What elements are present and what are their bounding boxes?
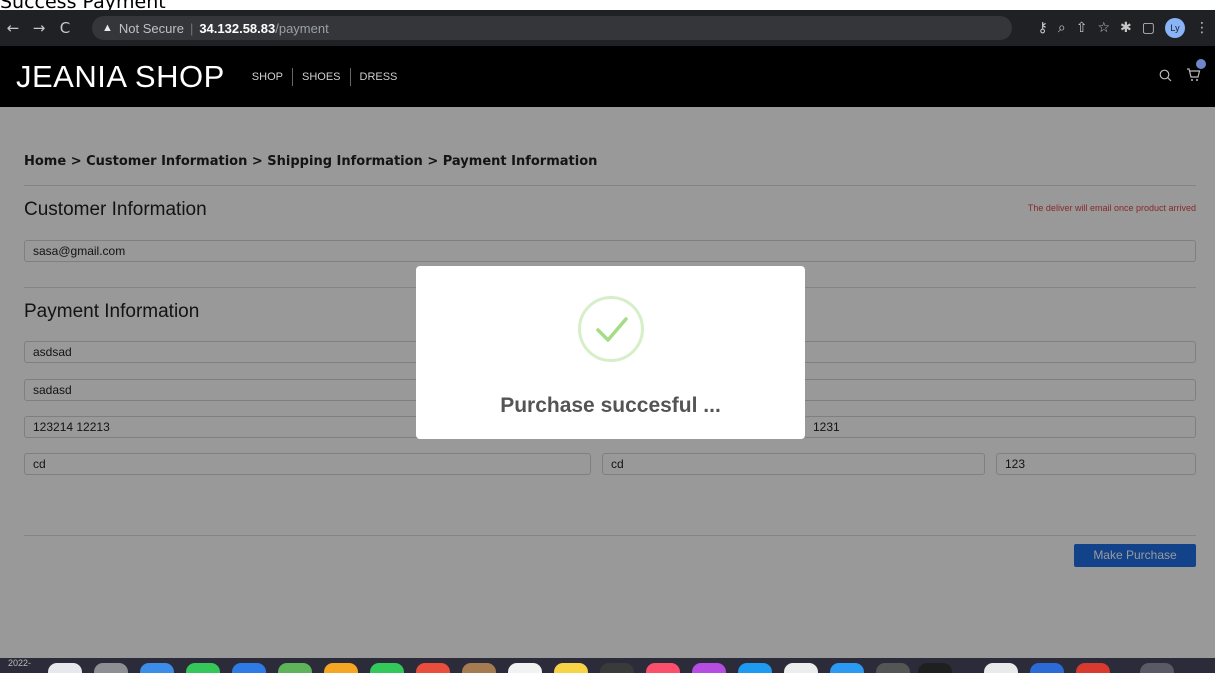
maps-icon[interactable] [278, 663, 312, 673]
nav-shoes[interactable]: SHOES [293, 67, 351, 86]
profile-avatar[interactable]: Ly [1165, 18, 1185, 38]
calendar-icon[interactable] [416, 663, 450, 673]
reload-icon[interactable]: C [56, 19, 74, 37]
terminal-icon[interactable] [918, 663, 952, 673]
sidepanel-icon[interactable]: ▢ [1142, 20, 1155, 36]
photos-icon[interactable] [324, 663, 358, 673]
chrome-icon[interactable] [876, 663, 910, 673]
key-icon[interactable]: ⚷ [1038, 20, 1048, 36]
main-nav: SHOP SHOES DRESS [243, 67, 407, 86]
reminders-icon[interactable] [508, 663, 542, 673]
finder-icon[interactable] [48, 663, 82, 673]
app-icon[interactable] [984, 663, 1018, 673]
contacts-icon[interactable] [462, 663, 496, 673]
zoom-icon[interactable]: ⌕ [1058, 20, 1066, 36]
podcasts-icon[interactable] [692, 663, 726, 673]
menu-icon[interactable]: ⋮ [1195, 20, 1209, 36]
appstore-icon[interactable] [738, 663, 772, 673]
mail-icon[interactable] [232, 663, 266, 673]
facetime-icon[interactable] [370, 663, 404, 673]
modal-title: Purchase succesful ... [500, 394, 721, 417]
notes-icon[interactable] [554, 663, 588, 673]
browser-actions: ⚷ ⌕ ⇧ ☆ ✱ ▢ Ly ⋮ [1038, 10, 1209, 46]
url-host: 34.132.58.83 [199, 20, 276, 36]
url-path: /payment [275, 20, 329, 36]
extensions-icon[interactable]: ✱ [1120, 20, 1132, 36]
appletv-icon[interactable] [600, 663, 634, 673]
separator: | [189, 20, 194, 36]
browser-toolbar: ← → C ▲ Not Secure | 34.132.58.83 /payme… [0, 10, 1215, 46]
cart-badge [1196, 59, 1206, 69]
settings-icon[interactable] [784, 663, 818, 673]
nav-shop[interactable]: SHOP [243, 67, 293, 86]
macos-dock: 2022- [0, 658, 1215, 673]
success-modal: Purchase succesful ... [416, 266, 805, 439]
header-icons [1159, 46, 1206, 107]
site-header: JEANIA SHOP SHOP SHOES DRESS [0, 46, 1215, 107]
vscode-icon[interactable] [830, 663, 864, 673]
address-bar[interactable]: ▲ Not Secure | 34.132.58.83 /payment [92, 16, 1012, 40]
search-icon[interactable] [1159, 69, 1172, 85]
trash-icon[interactable] [1140, 663, 1174, 673]
app-red-icon[interactable] [1076, 663, 1110, 673]
security-label: Not Secure [118, 20, 184, 36]
star-icon[interactable]: ☆ [1097, 20, 1110, 36]
success-check-icon [578, 296, 644, 362]
launchpad-icon[interactable] [94, 663, 128, 673]
music-icon[interactable] [646, 663, 680, 673]
site-logo[interactable]: JEANIA SHOP [16, 59, 225, 95]
dock-year-label: 2022- [8, 658, 32, 668]
messages-icon[interactable] [186, 663, 220, 673]
forward-icon[interactable]: → [30, 19, 48, 37]
word-icon[interactable] [1030, 663, 1064, 673]
back-icon[interactable]: ← [4, 19, 22, 37]
nav-dress[interactable]: DRESS [351, 68, 407, 86]
cart-icon[interactable] [1186, 59, 1206, 86]
share-icon[interactable]: ⇧ [1076, 20, 1088, 36]
warning-icon: ▲ [102, 22, 113, 34]
safari-icon[interactable] [140, 663, 174, 673]
